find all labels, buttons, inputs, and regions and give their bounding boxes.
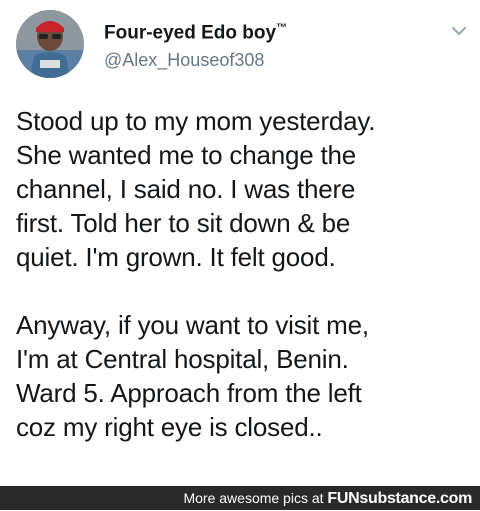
chevron-down-icon[interactable] bbox=[450, 22, 468, 40]
avatar-photo-icon bbox=[16, 10, 84, 78]
display-name[interactable]: Four-eyed Edo boy™ bbox=[104, 22, 287, 44]
user-handle[interactable]: @Alex_Houseof308 bbox=[104, 50, 264, 71]
watermark-bar: More awesome pics at FUNsubstance.com bbox=[0, 486, 480, 510]
watermark-prefix: More awesome pics at bbox=[183, 490, 328, 506]
tweet-header: Four-eyed Edo boy™ @Alex_Houseof308 bbox=[0, 0, 480, 96]
tweet-text: Stood up to my mom yesterday. She wanted… bbox=[16, 104, 466, 444]
watermark-brand: FUNsubstance.com bbox=[327, 490, 472, 507]
avatar[interactable] bbox=[16, 10, 84, 78]
tweet-paragraph-1: Stood up to my mom yesterday. She wanted… bbox=[16, 106, 376, 272]
tweet-paragraph-2: Anyway, if you want to visit me, I'm at … bbox=[16, 310, 369, 442]
trademark-symbol: ™ bbox=[276, 22, 288, 34]
display-name-text: Four-eyed Edo boy bbox=[104, 22, 277, 44]
